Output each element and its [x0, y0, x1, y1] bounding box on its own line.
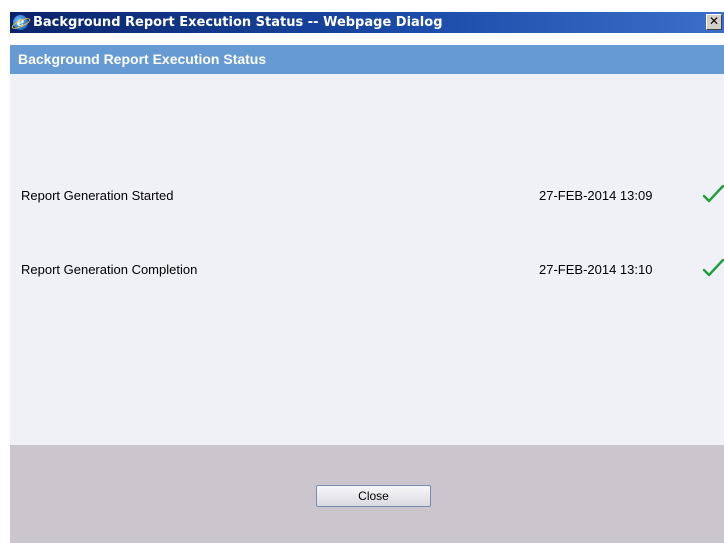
status-label: Report Generation Started: [21, 188, 174, 203]
check-icon: [702, 259, 724, 277]
status-row-completion: Report Generation Completion 27-FEB-2014…: [10, 259, 724, 281]
window-close-button[interactable]: ✕: [706, 14, 722, 30]
internet-explorer-icon: e: [13, 15, 28, 30]
webpage-dialog: e Background Report Execution Status -- …: [10, 12, 724, 543]
status-timestamp: 27-FEB-2014 13:09: [539, 188, 653, 203]
status-content: Report Generation Started 27-FEB-2014 13…: [10, 74, 724, 445]
status-timestamp: 27-FEB-2014 13:10: [539, 262, 653, 277]
dialog-footer: Close: [10, 445, 724, 543]
status-row-started: Report Generation Started 27-FEB-2014 13…: [10, 185, 724, 207]
status-label: Report Generation Completion: [21, 262, 198, 277]
close-icon: ✕: [708, 14, 720, 28]
window-title: Background Report Execution Status -- We…: [33, 15, 443, 30]
close-button[interactable]: Close: [316, 485, 431, 507]
check-icon: [702, 185, 724, 203]
title-bar: e Background Report Execution Status -- …: [10, 12, 724, 33]
panel-header: Background Report Execution Status: [10, 45, 724, 74]
